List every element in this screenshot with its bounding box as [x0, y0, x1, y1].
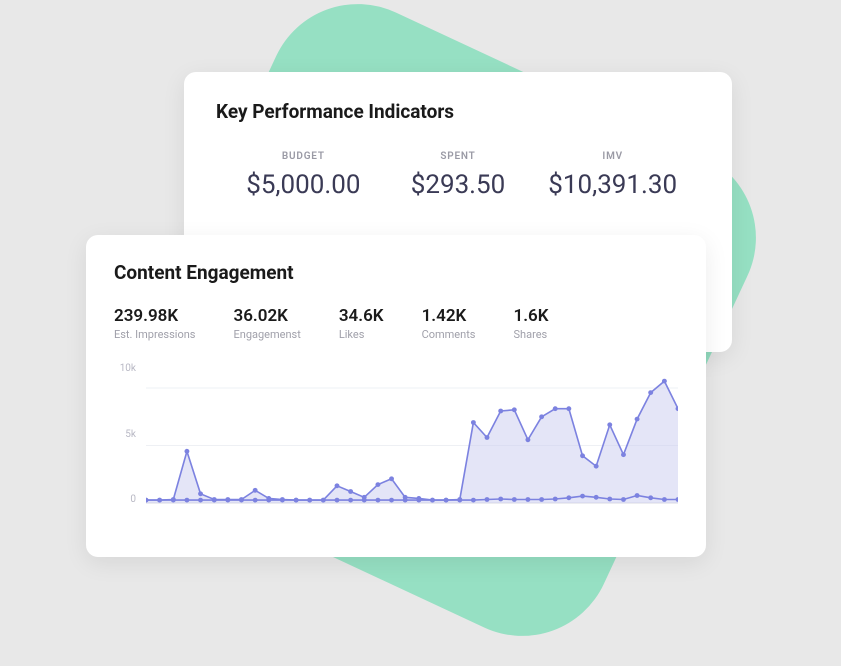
content-engagement-card: Content Engagement 239.98K Est. Impressi…: [86, 235, 706, 557]
chart-point: [594, 464, 599, 469]
metric-impressions: 239.98K Est. Impressions: [114, 306, 196, 341]
chart-y-axis: 10k 5k 0: [114, 361, 146, 511]
chart-point: [307, 498, 312, 503]
metric-value: 34.6K: [339, 306, 384, 326]
chart-point: [525, 497, 530, 502]
chart-area: 10k 5k 0: [114, 361, 678, 511]
y-tick-label: 0: [130, 494, 136, 505]
chart-point: [171, 498, 176, 503]
chart-point: [553, 406, 558, 411]
chart-point: [212, 498, 217, 503]
chart-point: [253, 488, 258, 493]
chart-point: [594, 495, 599, 500]
chart-point: [648, 390, 653, 395]
chart-point: [348, 498, 353, 503]
kpi-label: BUDGET: [226, 151, 381, 162]
content-title: Content Engagement: [114, 261, 678, 284]
metric-value: 36.02K: [234, 306, 301, 326]
chart-point: [389, 498, 394, 503]
chart-point: [635, 417, 640, 422]
chart-svg: [146, 361, 678, 511]
chart-point: [266, 498, 271, 503]
chart-point: [375, 498, 380, 503]
chart-point: [430, 498, 435, 503]
kpi-value: $10,391.30: [535, 170, 690, 200]
metric-label: Engagemenst: [234, 328, 301, 341]
chart-point: [184, 449, 189, 454]
chart-point: [498, 409, 503, 414]
chart-point: [566, 406, 571, 411]
chart-point: [525, 437, 530, 442]
metric-label: Est. Impressions: [114, 328, 196, 341]
chart-point: [621, 452, 626, 457]
chart-point: [375, 482, 380, 487]
chart-point: [362, 498, 367, 503]
metric-shares: 1.6K Shares: [514, 306, 549, 341]
chart-series-area: [146, 381, 678, 503]
kpi-title: Key Performance Indicators: [216, 100, 700, 123]
chart-point: [635, 493, 640, 498]
chart-point: [457, 498, 462, 503]
chart-point: [566, 495, 571, 500]
kpi-item-spent: SPENT $293.50: [381, 151, 536, 200]
chart-point: [239, 498, 244, 503]
chart-point: [157, 498, 162, 503]
chart-point: [253, 498, 258, 503]
chart-point: [512, 497, 517, 502]
metrics-row: 239.98K Est. Impressions 36.02K Engageme…: [114, 306, 678, 341]
kpi-value: $5,000.00: [226, 170, 381, 200]
chart-point: [416, 498, 421, 503]
chart-point: [512, 407, 517, 412]
chart-point: [280, 498, 285, 503]
chart-point: [294, 498, 299, 503]
chart-point: [321, 498, 326, 503]
kpi-label: SPENT: [381, 151, 536, 162]
chart-point: [198, 498, 203, 503]
chart-point: [580, 494, 585, 499]
metric-value: 1.6K: [514, 306, 549, 326]
chart-point: [553, 497, 558, 502]
chart-point: [471, 498, 476, 503]
chart-point: [498, 497, 503, 502]
chart-point: [225, 498, 230, 503]
chart-point: [335, 498, 340, 503]
y-tick-label: 5k: [125, 429, 136, 440]
metric-label: Shares: [514, 328, 549, 341]
kpi-label: IMV: [535, 151, 690, 162]
chart-point: [485, 435, 490, 440]
chart-point: [621, 497, 626, 502]
chart-point: [471, 420, 476, 425]
chart-point: [580, 453, 585, 458]
kpi-item-imv: IMV $10,391.30: [535, 151, 690, 200]
metric-likes: 34.6K Likes: [339, 306, 384, 341]
chart-point: [662, 379, 667, 384]
metric-label: Comments: [422, 328, 476, 341]
chart-point: [539, 414, 544, 419]
metric-value: 1.42K: [422, 306, 476, 326]
metric-comments: 1.42K Comments: [422, 306, 476, 341]
chart-point: [389, 476, 394, 481]
chart-point: [335, 483, 340, 488]
y-tick-label: 10k: [120, 363, 136, 374]
chart-point: [198, 491, 203, 496]
kpi-item-budget: BUDGET $5,000.00: [226, 151, 381, 200]
chart-point: [485, 497, 490, 502]
metric-label: Likes: [339, 328, 384, 341]
chart-point: [648, 495, 653, 500]
kpi-value: $293.50: [381, 170, 536, 200]
chart-point: [607, 422, 612, 427]
kpi-row: BUDGET $5,000.00 SPENT $293.50 IMV $10,3…: [216, 151, 700, 200]
chart-point: [403, 498, 408, 503]
metric-value: 239.98K: [114, 306, 196, 326]
chart-point: [607, 497, 612, 502]
chart-point: [662, 497, 667, 502]
metric-engagements: 36.02K Engagemenst: [234, 306, 301, 341]
chart-point: [539, 497, 544, 502]
chart-point: [184, 498, 189, 503]
chart-point: [444, 498, 449, 503]
chart-point: [348, 489, 353, 494]
